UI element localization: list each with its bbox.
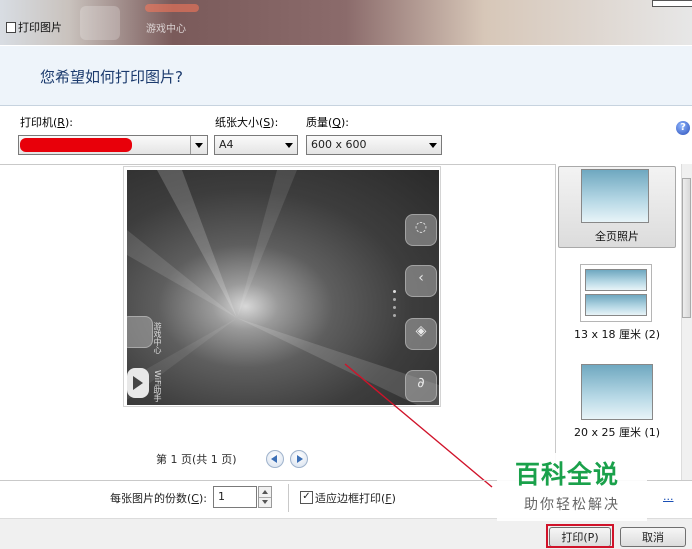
stepper-down-icon[interactable] <box>262 500 268 504</box>
divider <box>288 484 289 512</box>
copies-label: 每张图片的份数(C): <box>110 492 207 505</box>
watermark-title: 百科全说 <box>515 460 620 489</box>
layout-item-13x18[interactable]: 13 x 18 厘米 (2) <box>558 262 676 342</box>
layout-thumbnail <box>581 169 649 223</box>
layout-item-full-page[interactable]: 全页照片 <box>558 166 676 246</box>
layout-item-20x25[interactable]: 20 x 25 厘米 (1) <box>558 360 676 440</box>
options-link[interactable]: ... <box>663 490 674 503</box>
layout-label: 全页照片 <box>595 230 639 243</box>
layout-thumbnail <box>585 294 647 316</box>
print-button-highlight <box>546 524 614 548</box>
fit-to-frame-label: 适应边框打印(F) <box>315 492 396 505</box>
layout-thumbnail <box>585 269 647 291</box>
copies-stepper[interactable] <box>258 486 272 508</box>
copies-input[interactable]: 1 <box>213 486 257 508</box>
stepper-up-icon[interactable] <box>262 490 268 494</box>
layout-thumbnail <box>581 364 653 420</box>
scrollbar-thumb[interactable] <box>682 178 691 318</box>
cancel-button[interactable]: 取消 <box>620 527 686 547</box>
fit-to-frame-checkbox[interactable]: ✓ <box>300 491 313 504</box>
layout-label: 20 x 25 厘米 (1) <box>573 426 661 439</box>
watermark-subtitle: 助你轻松解决 <box>524 497 620 513</box>
layout-label: 13 x 18 厘米 (2) <box>573 328 661 341</box>
